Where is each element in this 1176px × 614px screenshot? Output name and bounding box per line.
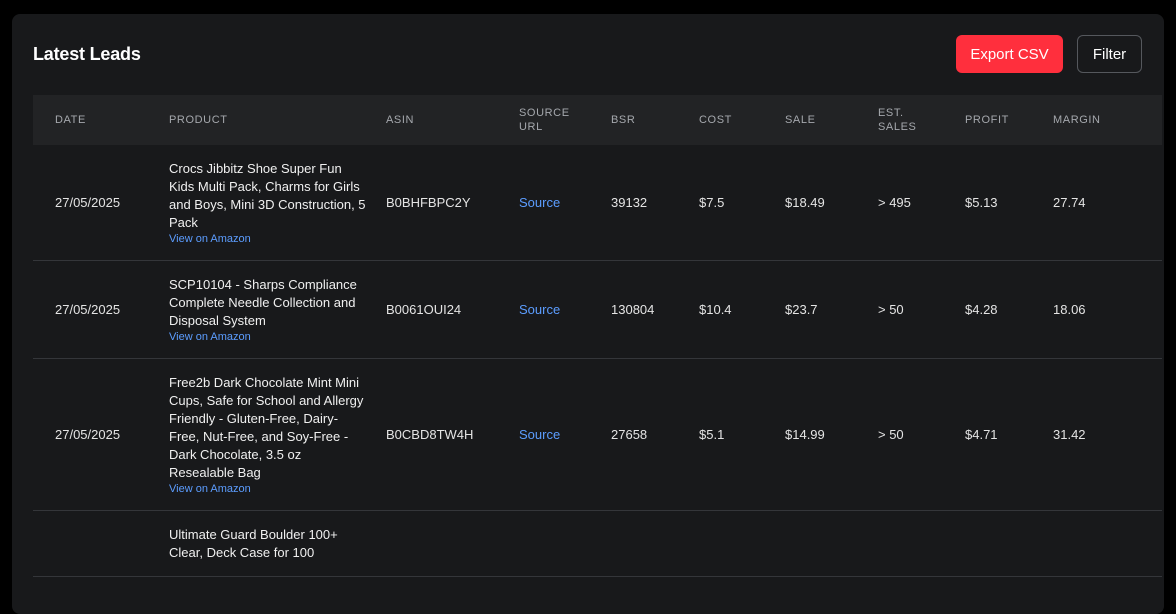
cell-source-url bbox=[519, 511, 611, 577]
column-header-asin[interactable]: ASIN bbox=[386, 95, 519, 145]
column-header-bsr[interactable]: BSR bbox=[611, 95, 699, 145]
cell-product: Crocs Jibbitz Shoe Super Fun Kids Multi … bbox=[169, 145, 386, 261]
cell-margin: 27.74 bbox=[1053, 195, 1086, 210]
cell-profit: $5.13 bbox=[965, 195, 998, 210]
filter-button[interactable]: Filter bbox=[1077, 35, 1142, 73]
source-link[interactable]: Source bbox=[519, 427, 560, 442]
column-header-profit[interactable]: PROFIT bbox=[965, 95, 1053, 145]
cell-profit: $4.28 bbox=[965, 302, 998, 317]
cell-bsr: 39132 bbox=[611, 195, 648, 210]
column-header-source-url[interactable]: SOURCE URL bbox=[519, 95, 611, 145]
cell-profit: $4.71 bbox=[965, 427, 998, 442]
cell-asin: B0061OUI24 bbox=[386, 302, 462, 317]
cell-product: Free2b Dark Chocolate Mint Mini Cups, Sa… bbox=[169, 359, 386, 511]
table-row: 27/05/2025 SCP10104 - Sharps Compliance … bbox=[33, 261, 1162, 359]
view-on-amazon-link[interactable]: View on Amazon bbox=[169, 482, 368, 496]
table-row: 27/05/2025 Crocs Jibbitz Shoe Super Fun … bbox=[33, 145, 1162, 261]
cell-bsr: 130804 bbox=[611, 302, 655, 317]
column-header-est-sales[interactable]: EST. SALES bbox=[878, 95, 965, 145]
table-header-row: DATE PRODUCT ASIN SOURCE URL BSR COST SA… bbox=[33, 95, 1162, 145]
cell-date: 27/05/2025 bbox=[55, 302, 121, 317]
column-header-est-sales-line2: SALES bbox=[878, 121, 917, 133]
cell-bsr: 27658 bbox=[611, 427, 648, 442]
cell-margin bbox=[1053, 511, 1162, 577]
column-header-sale[interactable]: SALE bbox=[785, 95, 878, 145]
cell-est-sales: > 495 bbox=[878, 195, 911, 210]
cell-product: Ultimate Guard Boulder 100+ Clear, Deck … bbox=[169, 511, 386, 577]
leads-panel: Latest Leads Export CSV Filter DATE PROD… bbox=[12, 14, 1164, 614]
view-on-amazon-link[interactable]: View on Amazon bbox=[169, 330, 368, 344]
export-csv-button[interactable]: Export CSV bbox=[956, 35, 1063, 73]
cell-date: 27/05/2025 bbox=[55, 427, 121, 442]
column-header-margin[interactable]: MARGIN bbox=[1053, 95, 1162, 145]
source-link[interactable]: Source bbox=[519, 302, 560, 317]
product-name: Ultimate Guard Boulder 100+ Clear, Deck … bbox=[169, 527, 338, 560]
cell-cost: $7.5 bbox=[699, 195, 725, 210]
cell-sale: $18.49 bbox=[785, 195, 825, 210]
product-name: Crocs Jibbitz Shoe Super Fun Kids Multi … bbox=[169, 161, 366, 230]
source-link[interactable]: Source bbox=[519, 195, 560, 210]
column-header-source-url-line2: URL bbox=[519, 121, 543, 133]
cell-margin: 31.42 bbox=[1053, 427, 1086, 442]
cell-source-url: Source bbox=[519, 359, 611, 511]
table-row: 27/05/2025 Free2b Dark Chocolate Mint Mi… bbox=[33, 359, 1162, 511]
page-title: Latest Leads bbox=[33, 44, 141, 64]
cell-asin bbox=[386, 511, 519, 577]
view-on-amazon-link[interactable]: View on Amazon bbox=[169, 232, 368, 246]
cell-source-url: Source bbox=[519, 261, 611, 359]
cell-est-sales bbox=[878, 511, 965, 577]
cell-source-url: Source bbox=[519, 145, 611, 261]
cell-sale: $14.99 bbox=[785, 427, 825, 442]
column-header-date[interactable]: DATE bbox=[33, 95, 169, 145]
cell-date: 27/05/2025 bbox=[55, 195, 121, 210]
column-header-product[interactable]: PRODUCT bbox=[169, 95, 386, 145]
cell-sale: $23.7 bbox=[785, 302, 818, 317]
product-name: Free2b Dark Chocolate Mint Mini Cups, Sa… bbox=[169, 375, 364, 480]
column-header-source-url-line1: SOURCE bbox=[519, 107, 570, 119]
leads-table: DATE PRODUCT ASIN SOURCE URL BSR COST SA… bbox=[33, 95, 1162, 577]
cell-cost: $5.1 bbox=[699, 427, 725, 442]
table-row: Ultimate Guard Boulder 100+ Clear, Deck … bbox=[33, 511, 1162, 577]
cell-est-sales: > 50 bbox=[878, 302, 904, 317]
product-name: SCP10104 - Sharps Compliance Complete Ne… bbox=[169, 277, 357, 328]
cell-date bbox=[33, 511, 169, 577]
cell-profit bbox=[965, 511, 1053, 577]
cell-asin: B0BHFBPC2Y bbox=[386, 195, 471, 210]
cell-cost: $10.4 bbox=[699, 302, 732, 317]
cell-sale bbox=[785, 511, 878, 577]
cell-product: SCP10104 - Sharps Compliance Complete Ne… bbox=[169, 261, 386, 359]
cell-bsr bbox=[611, 511, 699, 577]
column-header-cost[interactable]: COST bbox=[699, 95, 785, 145]
column-header-est-sales-line1: EST. bbox=[878, 107, 904, 119]
cell-cost bbox=[699, 511, 785, 577]
cell-asin: B0CBD8TW4H bbox=[386, 427, 474, 442]
cell-est-sales: > 50 bbox=[878, 427, 904, 442]
cell-margin: 18.06 bbox=[1053, 302, 1086, 317]
